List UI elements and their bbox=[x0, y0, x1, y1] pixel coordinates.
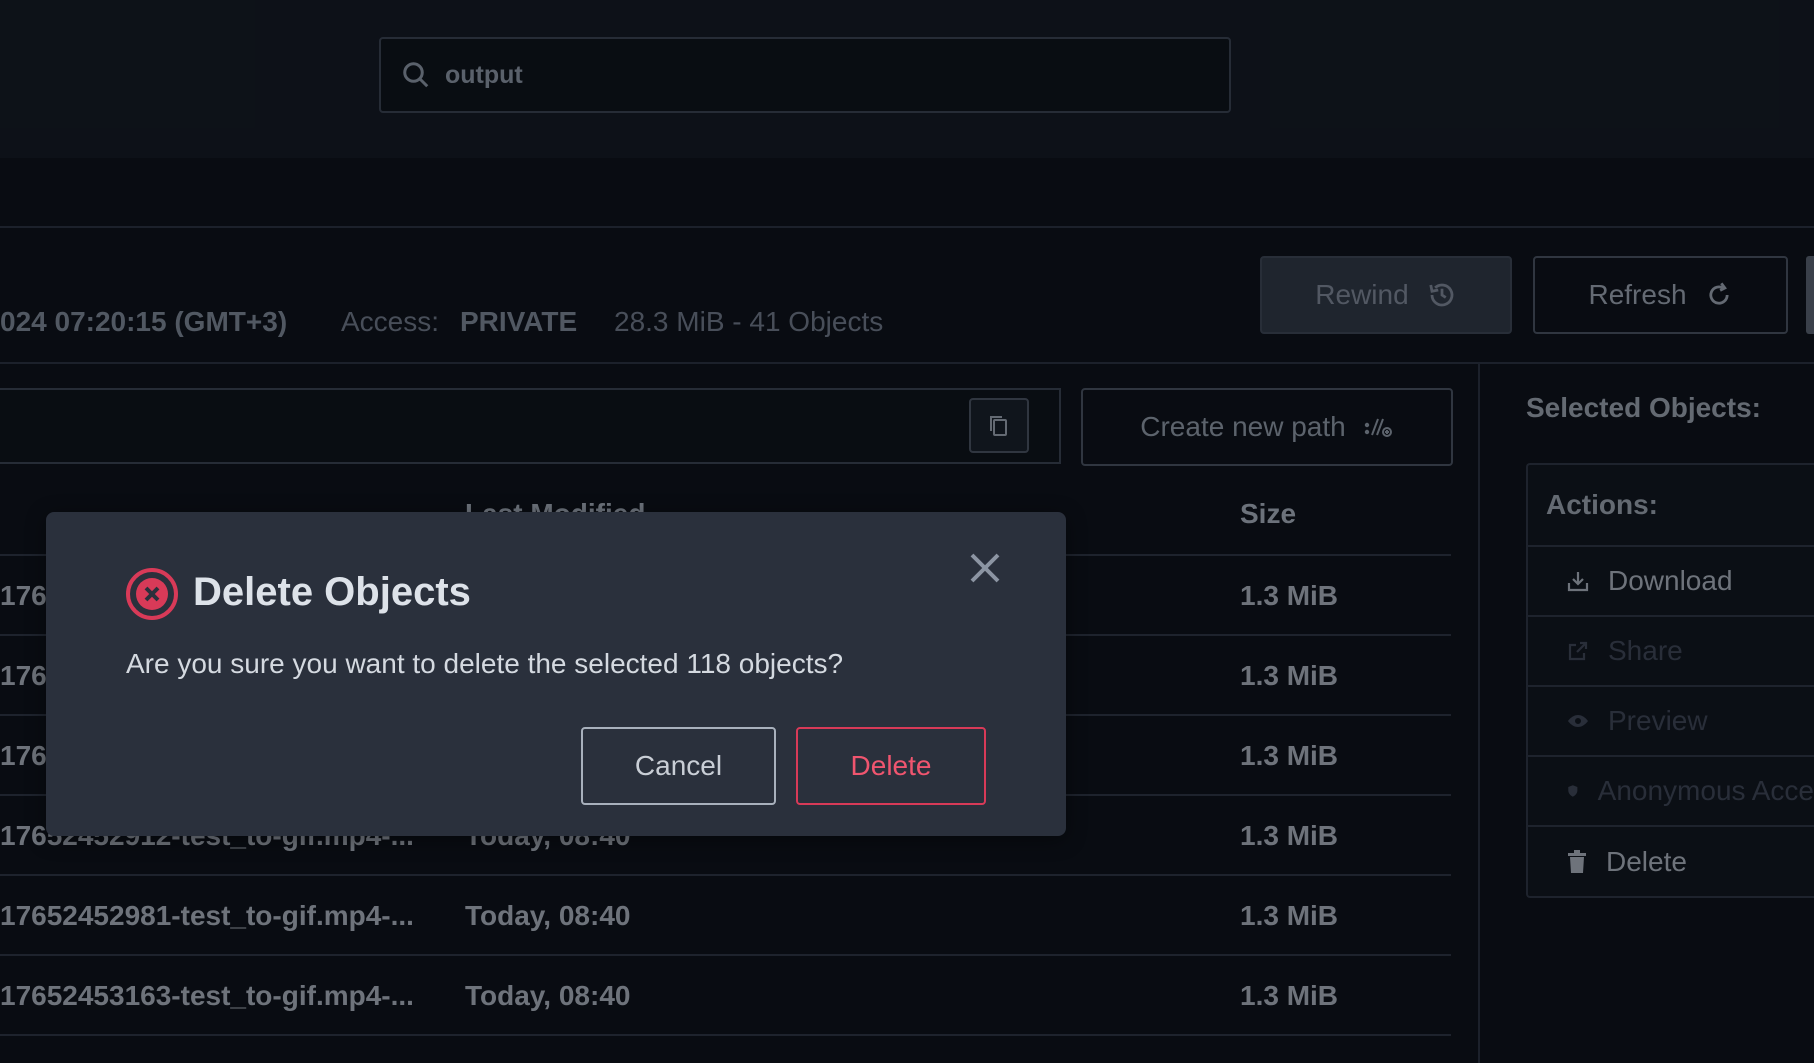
cancel-button[interactable]: Cancel bbox=[581, 727, 776, 805]
close-icon[interactable] bbox=[968, 551, 1002, 585]
cancel-label: Cancel bbox=[634, 750, 723, 781]
modal-message: Are you sure you want to delete the sele… bbox=[126, 648, 844, 679]
modal-title: Delete Objects bbox=[193, 570, 471, 614]
error-icon bbox=[125, 567, 179, 621]
delete-label: Delete bbox=[850, 750, 932, 781]
confirm-delete-button[interactable]: Delete bbox=[796, 727, 986, 805]
